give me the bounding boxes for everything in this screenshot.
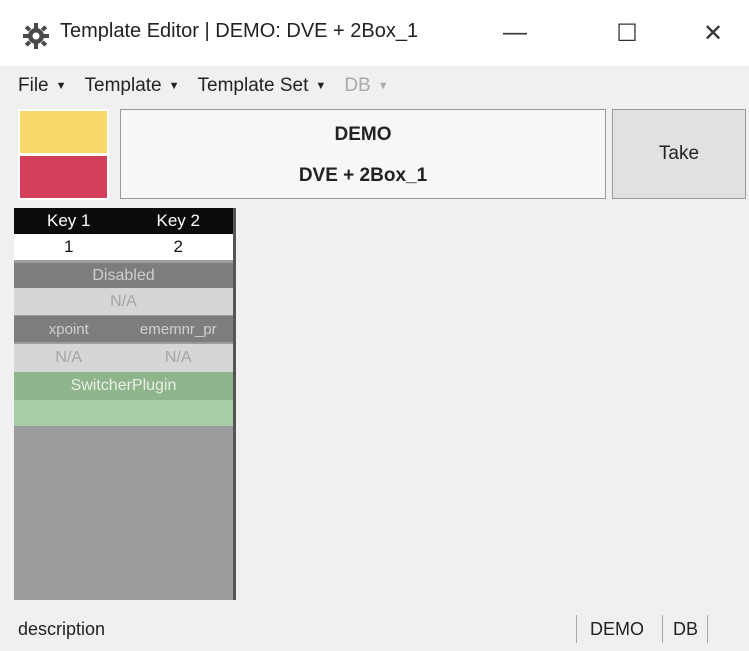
caret-down-icon: ▼ — [168, 80, 180, 92]
plugin-detail-row[interactable] — [14, 400, 233, 426]
menu-template-label: Template — [84, 75, 162, 96]
template-name: DVE + 2Box_1 — [298, 165, 428, 186]
key-2-value[interactable]: 2 — [124, 237, 234, 257]
menu-template-set[interactable]: Template Set ▼ — [198, 75, 327, 97]
template-set-name: DEMO — [334, 124, 392, 145]
title-bar[interactable]: Template Editor | DEMO: DVE + 2Box_1 — ☐… — [0, 0, 749, 66]
status-divider — [576, 615, 577, 643]
template-editor-window: Template Editor | DEMO: DVE + 2Box_1 — ☐… — [0, 0, 749, 651]
gear-icon — [22, 22, 50, 50]
key-1-header: Key 1 — [47, 211, 91, 230]
key-field-value-row: N/A N/A — [14, 344, 233, 372]
xpoint-field-label: xpoint — [48, 320, 89, 338]
color-swatch-yellow[interactable] — [18, 109, 109, 155]
menu-bar: File ▼ Template ▼ Template Set ▼ DB ▼ — [0, 66, 749, 106]
take-button[interactable]: Take — [612, 109, 746, 199]
status-demo: DEMO — [590, 619, 644, 639]
template-name-box[interactable]: DEMO DVE + 2Box_1 — [120, 109, 606, 199]
maximize-button[interactable]: ☐ — [582, 0, 672, 66]
caret-down-icon: ▼ — [315, 80, 327, 92]
close-button[interactable]: ✕ — [668, 0, 749, 66]
status-bar: description DEMO DB — [0, 607, 749, 651]
key-state-value-row: N/A — [14, 288, 233, 315]
ememnr-field-value[interactable]: N/A — [124, 349, 234, 367]
plugin-label: SwitcherPlugin — [70, 377, 177, 394]
key-state-label: Disabled — [92, 266, 155, 284]
key-1-value[interactable]: 1 — [14, 237, 124, 257]
minimize-icon: — — [503, 19, 527, 46]
menu-file[interactable]: File ▼ — [18, 75, 67, 97]
ememnr-field-label: ememnr_pr — [139, 320, 217, 338]
window-title: Template Editor | DEMO: DVE + 2Box_1 — [60, 20, 419, 42]
key-2-header: Key 2 — [156, 211, 200, 230]
minimize-button[interactable]: — — [470, 0, 560, 66]
color-swatch-red[interactable] — [18, 154, 109, 200]
status-divider — [662, 615, 663, 643]
maximize-icon: ☐ — [616, 19, 638, 47]
key-state-row[interactable]: Disabled — [14, 263, 233, 288]
key-value-row: 1 2 — [14, 234, 233, 260]
status-divider — [707, 615, 708, 643]
menu-db-label: DB — [344, 75, 371, 96]
caret-down-icon: ▼ — [377, 80, 389, 92]
plugin-row[interactable]: SwitcherPlugin — [14, 372, 233, 400]
close-icon: ✕ — [702, 19, 724, 47]
key-panel[interactable]: Key 1 Key 2 1 2 Disabled N/A xpoint emem… — [14, 208, 236, 600]
key-state-value: N/A — [110, 292, 137, 310]
menu-template[interactable]: Template ▼ — [85, 75, 180, 97]
menu-file-label: File — [18, 75, 49, 96]
xpoint-field-value[interactable]: N/A — [14, 349, 124, 367]
menu-template-set-label: Template Set — [197, 75, 309, 96]
key-field-row: xpoint ememnr_pr — [14, 316, 233, 342]
menu-db: DB ▼ — [344, 75, 388, 97]
caret-down-icon: ▼ — [55, 80, 67, 92]
status-description: description — [18, 619, 106, 639]
status-db: DB — [673, 619, 699, 639]
take-button-label: Take — [658, 143, 700, 164]
key-header-row: Key 1 Key 2 — [14, 208, 233, 234]
